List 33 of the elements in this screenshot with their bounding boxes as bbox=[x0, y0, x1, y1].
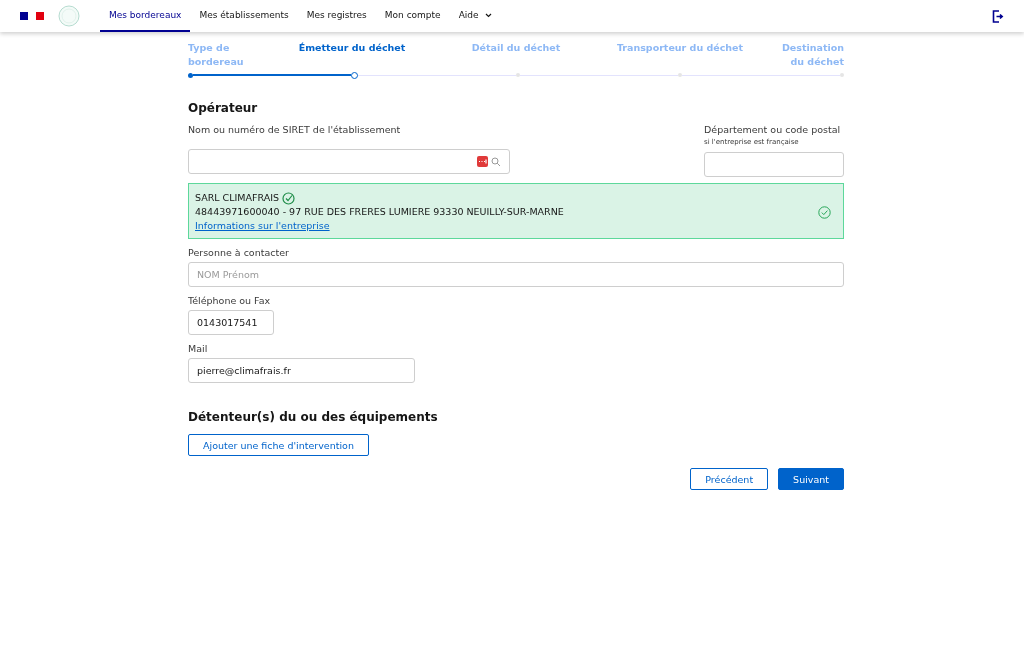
contact-field[interactable]: NOM Prénom bbox=[188, 262, 844, 287]
field-label: Mail bbox=[188, 342, 209, 355]
section-title: Opérateur bbox=[188, 101, 259, 115]
field-label: Personne à contacter bbox=[188, 246, 290, 259]
password-manager-icon[interactable] bbox=[477, 156, 488, 167]
nav-tab[interactable]: Mes registres bbox=[297, 0, 376, 32]
logo-icon[interactable] bbox=[58, 5, 80, 27]
postal-code-field[interactable] bbox=[704, 152, 844, 177]
email-field[interactable]: pierre@climafrais.fr bbox=[188, 358, 415, 383]
flag-icon bbox=[20, 12, 44, 20]
step-label[interactable]: Émetteur du déchet bbox=[298, 41, 406, 69]
add-intervention-button[interactable]: Ajouter une fiche d'intervention bbox=[188, 434, 369, 456]
logout-icon[interactable] bbox=[992, 9, 1004, 23]
nav-tab[interactable]: Mon compte bbox=[375, 0, 450, 32]
company-card[interactable]: SARL CLIMAFRAIS 48443971600040 - 97 RUE DES FRERES LUMIERE 93330 NEUILLY-SUR-MARNE Informations sur l'entreprise bbox=[188, 183, 844, 239]
check-circle-icon bbox=[818, 205, 831, 219]
field-label: Département ou code postal bbox=[704, 123, 842, 136]
previous-button[interactable]: Précédent bbox=[690, 468, 769, 490]
next-button[interactable]: Suivant bbox=[778, 468, 844, 490]
field-label: Téléphone ou Fax bbox=[188, 294, 272, 307]
nav-tab[interactable]: Mes établissements bbox=[190, 0, 298, 32]
nav-tab[interactable]: Aide bbox=[449, 0, 501, 32]
company-name: SARL CLIMAFRAIS bbox=[195, 191, 280, 205]
verified-badge-icon bbox=[282, 191, 296, 205]
section-title: Détenteur(s) du ou des équipements bbox=[188, 410, 439, 424]
chevron-down-icon bbox=[484, 12, 492, 18]
search-field[interactable] bbox=[188, 149, 510, 174]
nav-tab[interactable]: Mes bordereaux bbox=[100, 0, 191, 32]
company-info-link[interactable]: Informations sur l'entreprise bbox=[195, 220, 330, 231]
company-details: 48443971600040 - 97 RUE DES FRERES LUMIERE 93330 NEUILLY-SUR-MARNE bbox=[195, 205, 564, 219]
search-icon[interactable] bbox=[491, 156, 501, 167]
phone-field[interactable]: 0143017541 bbox=[188, 310, 274, 335]
field-label: Nom ou numéro de SIRET de l'établissement bbox=[188, 123, 402, 136]
